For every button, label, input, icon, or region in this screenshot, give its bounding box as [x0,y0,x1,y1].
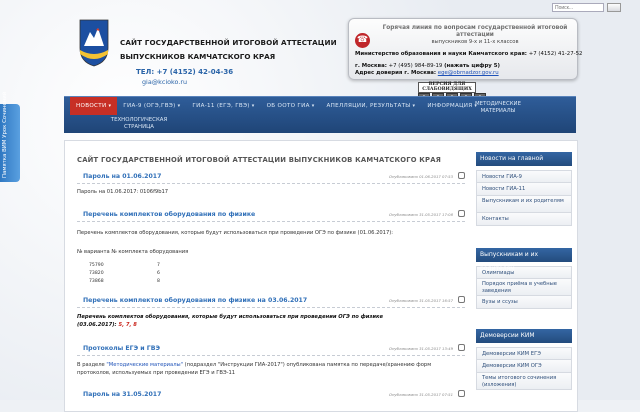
nav-item-tech-page[interactable]: ТЕХНОЛОГИЧЕСКАЯ СТРАНИЦА [104,115,174,131]
article-body: Пароль на 01.06.2017: 0106f9b17 [77,189,169,195]
site-title: САЙТ ГОСУДАРСТВЕННОЙ ИТОГОВОЙ АТТЕСТАЦИИ [120,38,337,47]
print-icon[interactable] [458,296,465,303]
sidebar-item-gia11-news[interactable]: Новости ГИА-11 [476,183,572,196]
chevron-down-icon: ▾ [108,103,112,109]
table-cell: 73820 [89,271,104,276]
nav-item-news[interactable]: НОВОСТИ ▾ [70,97,118,115]
article-title[interactable]: Перечень комплектов оборудования по физи… [83,211,255,218]
sidebar-item-gia9-news[interactable]: Новости ГИА-9 [476,170,572,183]
sidebar-header: Новости на главной [476,152,572,166]
hotline-ministry: Министерство образования и науки Камчатс… [355,51,583,57]
sidebar-news: Новости на главной Новости ГИА-9 Новости… [476,152,572,226]
nav-item-materials[interactable]: МЕТОДИЧЕСКИЕ МАТЕРИАЛЫ [464,101,532,115]
print-icon[interactable] [458,390,465,397]
email-link[interactable]: gia@kcioko.ru [142,78,187,86]
table-cell: 7 [157,263,160,268]
sidebar-graduates: Выпускникам и их родителям Олимпиады Пор… [476,248,572,309]
table-cell: 75790 [89,263,104,268]
sidebar-item-demo-ege[interactable]: Демоверсии КИМ ЕГЭ [476,347,572,360]
sidebar-demo: Демоверсии КИМ Демоверсии КИМ ЕГЭ Демове… [476,329,572,390]
article-date: Опубликовано 31.05.2017 07:51 [388,392,453,397]
divider [77,221,465,222]
phone-number: ТЕЛ: +7 (4152) 42-04-36 [136,68,234,76]
hotline-trust: Адрес доверия г. Москва: ege@obrnadzor.g… [355,70,499,76]
table-cell: 6 [157,271,160,276]
nav-item-gia9[interactable]: ГИА-9 (ОГЭ,ГВЭ) ▾ [117,97,186,115]
hotline-subtitle: выпускников 9-х и 11-х классов [431,39,519,45]
chevron-down-icon: ▾ [311,103,315,109]
sidebar-item-olympiads[interactable]: Олимпиады [476,266,572,279]
sidebar-item-universities[interactable]: Вузы и ссузы [476,296,572,309]
divider [77,183,465,184]
print-icon[interactable] [458,344,465,351]
kamchatka-coat-of-arms-logo [79,19,109,67]
article-body: (03.06.2017): 5, 7, 8 [77,322,137,328]
main-navigation: НОВОСТИ ▾ ГИА-9 (ОГЭ,ГВЭ) ▾ ГИА-11 (ЕГЭ, Г… [64,96,576,133]
low-vision-version-button[interactable]: ВЕРСИЯ ДЛЯ СЛАБОВИДЯЩИХ [418,82,476,93]
divider [77,307,465,308]
article-title[interactable]: Пароль на 31.05.2017 [83,391,161,398]
article-date: Опубликовано 01.06.2017 07:53 [388,174,453,179]
sidebar-item-admission[interactable]: Порядок приёма в учебные заведения [476,279,572,296]
article-date: Опубликовано 31.05.2017 17:08 [388,212,453,217]
chevron-down-icon: ▾ [177,103,181,109]
phone-icon: ☎ [355,33,370,48]
print-icon[interactable] [458,210,465,217]
hotline-title: Горячая линия по вопросам государственно… [382,25,568,38]
article-body: Перечень комплектов оборудования, которы… [77,230,394,236]
article-title[interactable]: Пароль на 01.06.2017 [83,173,161,180]
hotline-moscow: г. Москва: +7 (495) 984-89-19 (нажать ци… [355,63,500,69]
article-body: В разделе "Методические материалы" (подр… [77,362,432,368]
table-header: № варианта № комплекта оборудования [77,249,189,255]
table-cell: 8 [157,279,160,284]
divider [77,355,465,356]
chevron-down-icon: ▾ [412,103,416,109]
trust-email-link[interactable]: ege@obrnadzor.gov.ru [438,70,499,76]
hotline-panel: ☎ Горячая линия по вопросам государствен… [348,18,582,80]
article-date: Опубликовано 31.05.2017 13:49 [388,346,453,351]
chevron-down-icon: ▾ [251,103,255,109]
nav-item-ooto[interactable]: ОБ ООТО ГИА ▾ [261,97,321,115]
methodical-materials-link[interactable]: "Методические материалы" [106,362,183,368]
search-button[interactable] [607,3,621,12]
side-banner-tab[interactable]: Памятка ВИМ Урок Сочинений [0,92,20,182]
site-subtitle: ВЫПУСКНИКОВ КАМЧАТСКОГО КРАЯ [120,52,276,61]
article-body: протоколов, используемых при проведении … [77,370,236,376]
article-body: Перечень комплектов оборудования, которы… [77,314,384,320]
nav-row-2: ТЕХНОЛОГИЧЕСКАЯ СТРАНИЦА МЕТОДИЧЕСКИЕ МА… [64,101,576,133]
table-cell: 73868 [89,279,104,284]
article-title[interactable]: Перечень комплектов оборудования по физи… [83,297,307,304]
search-input[interactable] [552,3,604,12]
article-date: Опубликовано 31.05.2017 16:57 [388,298,453,303]
sidebar-item-parents[interactable]: Выпускникам и их родителям [476,196,572,213]
sidebar-item-essay-topics[interactable]: Темы итогового сочинения (изложения) [476,373,572,390]
sidebar-header: Выпускникам и их родителям [476,248,572,272]
sidebar-item-contacts[interactable]: Контакты [476,213,572,226]
print-icon[interactable] [458,172,465,179]
sidebar-header: Демоверсии КИМ [476,329,572,343]
nav-item-gia11[interactable]: ГИА-11 (ЕГЭ, ГВЭ) ▾ [186,97,260,115]
page-title: САЙТ ГОСУДАРСТВЕННОЙ ИТОГОВОЙ АТТЕСТАЦИИ… [77,156,442,164]
nav-item-appeals[interactable]: АПЕЛЛЯЦИИ, РЕЗУЛЬТАТЫ ▾ [321,97,422,115]
article-title[interactable]: Протоколы ЕГЭ и ГВЭ [83,345,160,352]
sidebar-item-demo-oge[interactable]: Демоверсии КИМ ОГЭ [476,360,572,373]
